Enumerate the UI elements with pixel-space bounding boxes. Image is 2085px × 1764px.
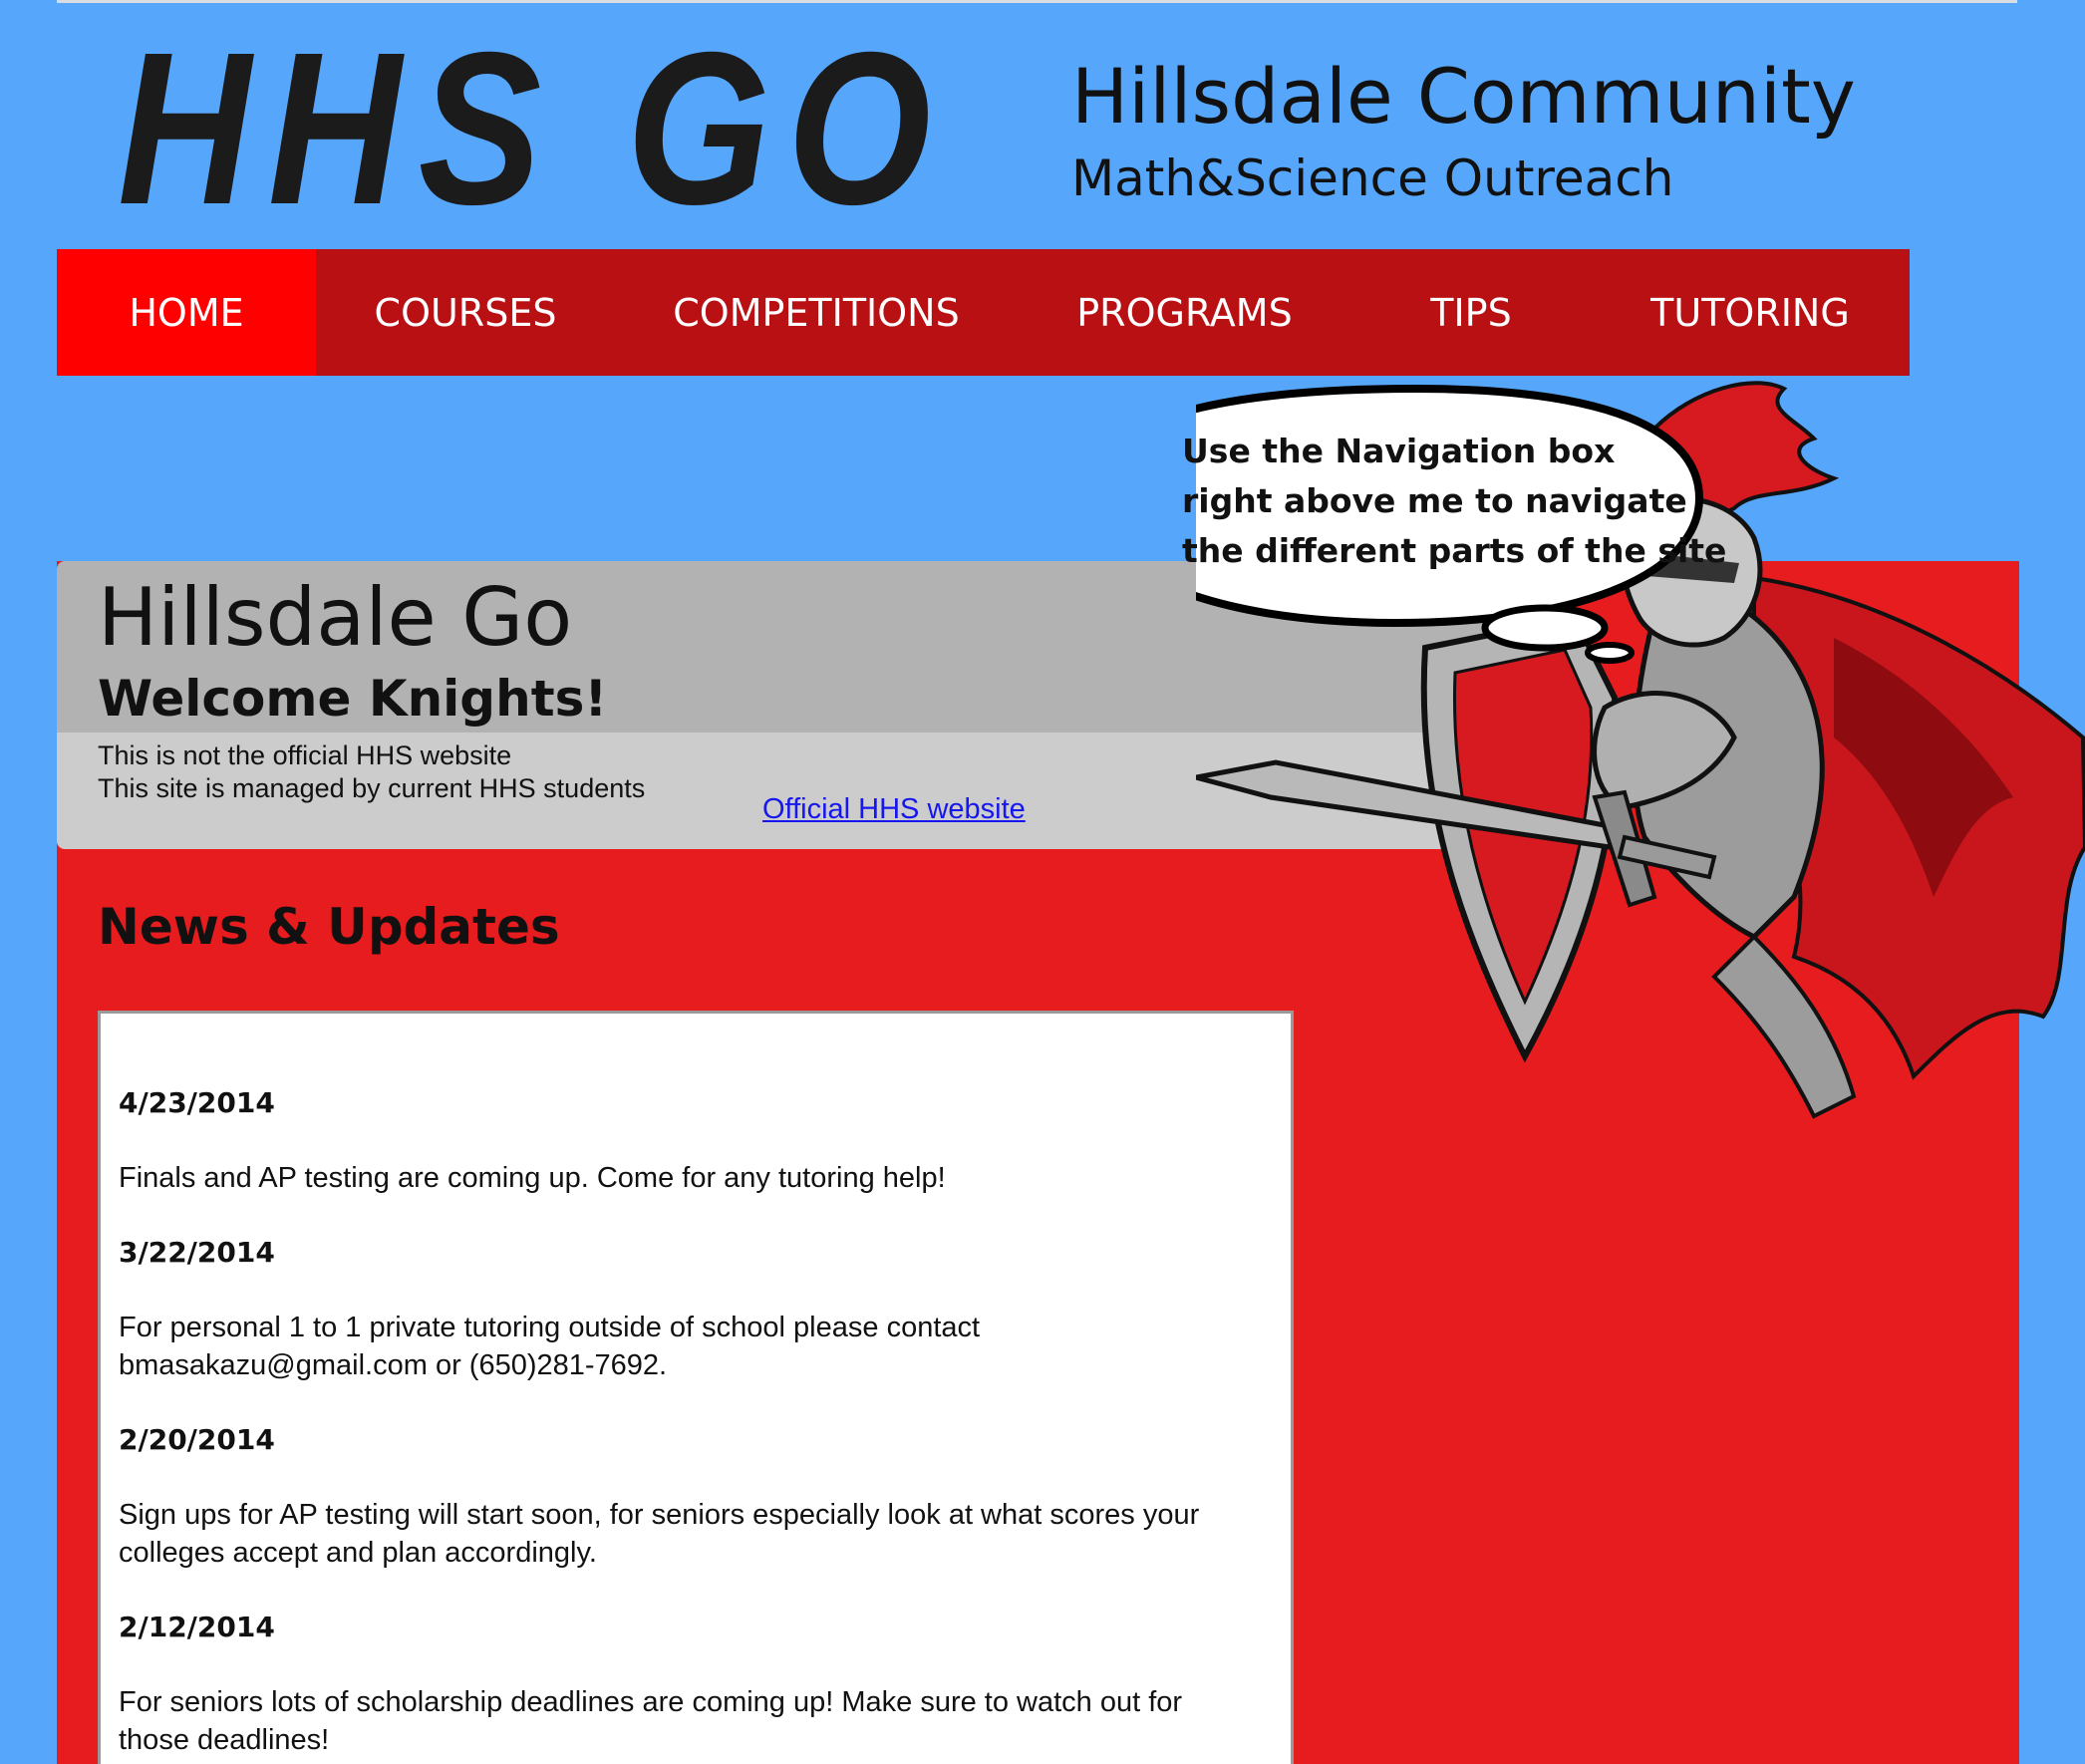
speech-line: Use the Navigation box xyxy=(1182,432,1616,470)
site-logo[interactable]: HHS GO xyxy=(118,21,948,238)
welcome-heading: Welcome Knights! xyxy=(98,670,608,728)
site-subtitle: Math&Science Outreach xyxy=(1071,149,1674,207)
disclaimer-line: This is not the official HHS website xyxy=(98,740,512,770)
speech-bubble-text: Use the Navigation box right above me to… xyxy=(1182,427,1726,576)
news-text: Sign ups for AP testing will start soon,… xyxy=(119,1499,1200,1569)
news-panel[interactable]: 4/23/2014 Finals and AP testing are comi… xyxy=(98,1011,1294,1764)
nav-item-competitions[interactable]: COMPETITIONS xyxy=(615,249,1018,376)
news-heading: News & Updates xyxy=(98,898,560,956)
news-date: 3/22/2014 xyxy=(119,1236,275,1269)
nav-item-tutoring[interactable]: TUTORING xyxy=(1591,249,1910,376)
top-border xyxy=(57,0,2017,3)
thought-bubble-small xyxy=(1585,642,1635,664)
nav-item-home[interactable]: HOME xyxy=(57,249,316,376)
news-text: Finals and AP testing are coming up. Com… xyxy=(119,1162,946,1194)
speech-line: right above me to navigate xyxy=(1182,481,1687,520)
nav-item-tips[interactable]: TIPS xyxy=(1351,249,1591,376)
site-title: Hillsdale Community xyxy=(1071,52,1856,141)
disclaimer-line: This site is managed by current HHS stud… xyxy=(98,773,646,803)
nav-item-courses[interactable]: COURSES xyxy=(316,249,615,376)
news-date: 2/12/2014 xyxy=(119,1611,275,1643)
thought-bubble-large xyxy=(1481,604,1609,652)
page-title: Hillsdale Go xyxy=(98,571,573,664)
news-date: 4/23/2014 xyxy=(119,1086,275,1119)
speech-line: the different parts of the site xyxy=(1182,531,1727,570)
news-date: 2/20/2014 xyxy=(119,1423,275,1456)
nav-item-programs[interactable]: PROGRAMS xyxy=(1018,249,1351,376)
official-website-link[interactable]: Official HHS website xyxy=(762,792,1026,826)
news-text: For seniors lots of scholarship deadline… xyxy=(119,1686,1183,1756)
news-text: For personal 1 to 1 private tutoring out… xyxy=(119,1312,981,1381)
main-navigation: HOME COURSES COMPETITIONS PROGRAMS TIPS … xyxy=(57,249,1910,376)
